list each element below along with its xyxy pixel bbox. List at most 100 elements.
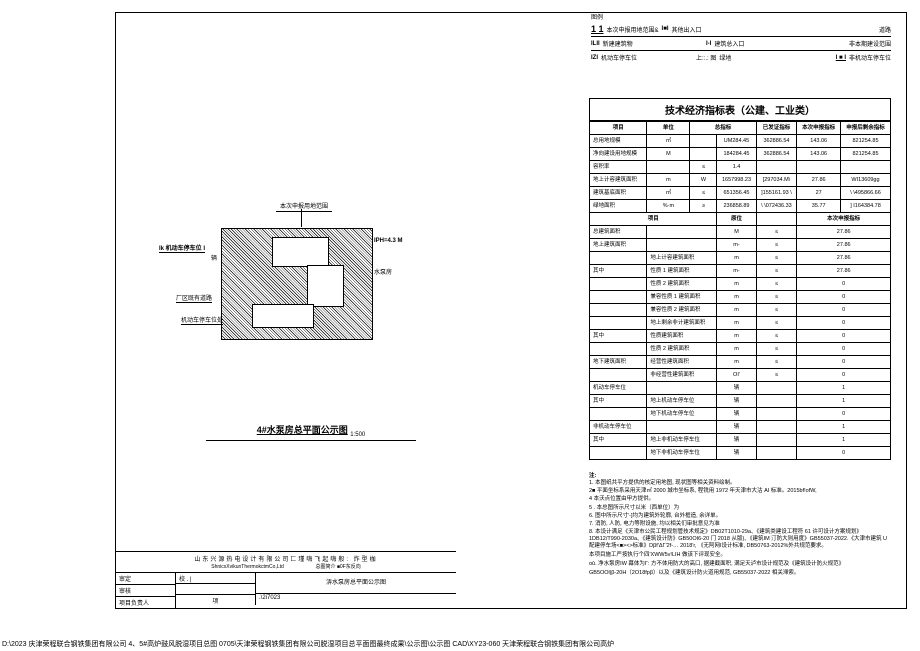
table-row: 其中地上机动车停车位辆1 (590, 395, 891, 408)
td: OI' (717, 369, 756, 382)
td: m (717, 317, 756, 330)
tb-label: 审核 (116, 585, 176, 597)
legend-sym: I ■ I (836, 55, 846, 61)
td: 兼容性质 2 建筑面积 (647, 304, 717, 317)
td: 地下机动车停车位 (647, 408, 717, 421)
note-line: 2■ 平面坐标系采用天津㎡ 2000 城市坐标系, 程铣用 1972 年天津市大… (589, 488, 891, 495)
th: 单位 (647, 122, 690, 135)
td: 地下非机动车停车位 (647, 447, 717, 460)
td: 地下建筑面积 (590, 356, 647, 369)
tb-label: 项目负责人 (116, 597, 176, 608)
legend-row-2: ILII新建建筑物 I-I建筑总入口 非本期建设范围 (591, 37, 891, 51)
td: 非机动车停车位 (590, 421, 647, 434)
td: M (647, 148, 690, 161)
td (756, 395, 797, 408)
td (590, 408, 647, 421)
eco-table: 项目 单位 总指标 已发证指标 本次申报指标 申报后剩余指标 总用地规模㎡UM2… (589, 121, 891, 460)
note-line: oǔ. 净水泵房IW 幕体为Γ: 方不体用防大的高口, 据建截面积, 满足天泸市… (589, 561, 891, 568)
th: 项目 (590, 122, 647, 135)
td: 0 (797, 278, 891, 291)
td: m- (717, 239, 756, 252)
td: 0 (797, 447, 891, 460)
tb-proj-no: .\2i7023 (256, 594, 456, 604)
td (756, 408, 797, 421)
legend-txt: 非机动车停车位 (849, 53, 891, 62)
legend-header: 图例 (591, 11, 891, 22)
legend-block: 图例 1 1本次申报用地范围&I■I其他出入口 道路 ILII新建建筑物 I-I… (591, 11, 891, 64)
table-row: 地上剩余非计建筑面积m≤0 (590, 317, 891, 330)
legend-txt: 新建建筑物 (603, 39, 633, 48)
td: 0 (797, 304, 891, 317)
th: 本次申报指标 (797, 213, 891, 226)
td: 1 (797, 382, 891, 395)
label-ik-sub: 辆 (211, 253, 217, 262)
table-row: 机动车停车位 辆 1 (590, 382, 891, 395)
legend-sym: I■I (662, 26, 669, 32)
td: 362886.54 (756, 148, 797, 161)
td: 0 (797, 343, 891, 356)
td (797, 161, 841, 174)
table-row: 性质 2 建筑面积m≤0 (590, 343, 891, 356)
footer-path: D:\2023 庆津荣程联合钢铁集团有限公司 4、5#高炉鼓风脱湿项目总图 07… (2, 639, 918, 649)
table-row: 总建筑面积M≤27.86 (590, 226, 891, 239)
table-row: 地上计容建筑面积mW1657998.23[297034.M\27.86WI136… (590, 174, 891, 187)
td (590, 317, 647, 330)
td (647, 421, 717, 434)
td: ≤ (690, 161, 717, 174)
eco-subhead-row: 项目 原位 本次申报指标 (590, 213, 891, 226)
table-row: 建筑基底面积㎡≤651356.45]155161.93 \27\ \495866… (590, 187, 891, 200)
td: 0 (797, 330, 891, 343)
label-plant: 水泵房 (374, 267, 392, 276)
legend-txt: 机动车停车位 (601, 53, 637, 62)
td: 27.86 (797, 265, 891, 278)
td: 性质建筑面积 (647, 330, 717, 343)
table-row: 容积率≤1.4 (590, 161, 891, 174)
th: 申报后剩余指标 (841, 122, 891, 135)
table-row: 地下非机动车停车位辆0 (590, 447, 891, 460)
table-row: 其中性质建筑面积m≤0 (590, 330, 891, 343)
company-cn: 山东兴源热电设计有限公司匚瑾嗨飞起嗨般: 炸型枷 (194, 557, 377, 563)
td: 27 (797, 187, 841, 200)
td (647, 239, 717, 252)
td: 经营性建筑面积 (647, 356, 717, 369)
td: m (717, 330, 756, 343)
td: 机动车停车位 (590, 382, 647, 395)
legend-row-3: IZI机动车停车位 上::.: 图绿地 I ■ I非机动车停车位 (591, 51, 891, 64)
td: 1657998.23 (717, 174, 756, 187)
td: ≤ (756, 304, 797, 317)
table-row: 非机动车停车位辆1 (590, 421, 891, 434)
td: 0 (797, 291, 891, 304)
td: 236858.89 (717, 200, 756, 213)
td: 362886.54 (756, 135, 797, 148)
td: 地上建筑面积 (590, 239, 647, 252)
leader-line (301, 209, 302, 227)
legend-txt: 本次申报用地范围& (607, 25, 659, 34)
td: 辆 (717, 382, 756, 395)
td: 总建筑面积 (590, 226, 647, 239)
td: 27.86 (797, 239, 891, 252)
label-iph: IPH=4.3 M (374, 238, 403, 244)
table-row: 其中地上非机动车停车位辆1 (590, 434, 891, 447)
label-park: 机动车停车位处 (181, 315, 223, 325)
td: ≤ (756, 369, 797, 382)
td (756, 434, 797, 447)
tb-cell: 校 . | (176, 573, 256, 584)
td: ㎡ (647, 135, 690, 148)
bldg-box-2 (307, 265, 344, 307)
td (841, 161, 891, 174)
td: \ \495866.66 (841, 187, 891, 200)
td: m- (717, 265, 756, 278)
legend-sym: IZI (591, 55, 598, 61)
td (756, 382, 797, 395)
td: m (717, 356, 756, 369)
tb-label: 审定 (116, 573, 176, 585)
table-row: 绿地面积%·m≥236858.89\ \072436.3335.77] I164… (590, 200, 891, 213)
table-row: 地上计容建筑面积m≤27.86 (590, 252, 891, 265)
td: \ \072436.33 (756, 200, 797, 213)
annot-top: 本次申报用地范围 (276, 201, 332, 212)
td: 0 (797, 317, 891, 330)
td: 辆 (717, 434, 756, 447)
eco-table-wrap: 技术经济指标表（公建、工业类） 项目 单位 总指标 已发证指标 本次申报指标 申… (589, 98, 891, 460)
eco-table-title: 技术经济指标表（公建、工业类） (589, 98, 891, 121)
td: 1.4 (717, 161, 756, 174)
